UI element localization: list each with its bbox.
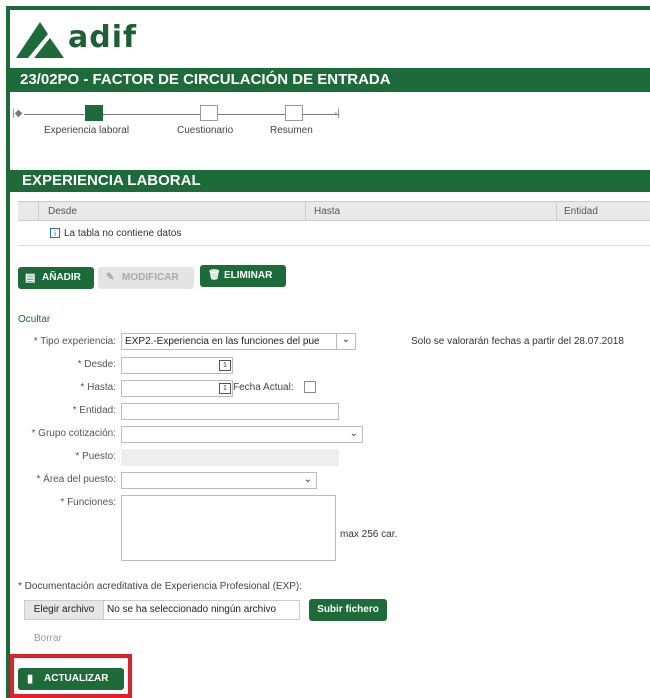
puesto-input (121, 449, 339, 466)
grupo-cotizacion-select[interactable]: ⌄ (121, 426, 363, 443)
adif-logo-icon (16, 22, 64, 58)
clear-link[interactable]: Borrar (34, 633, 62, 644)
add-icon: ▤ (25, 272, 36, 284)
brand-name: adif (68, 20, 138, 55)
modify-button-label: MODIFICAR (122, 272, 179, 283)
step-marker-cuestionario[interactable] (200, 105, 218, 121)
stepper-line (103, 114, 200, 115)
tipo-experiencia-value: EXP2.-Experiencia en las funciones del p… (125, 336, 320, 347)
adif-logo: adif (14, 18, 184, 62)
entidad-input[interactable] (121, 403, 339, 420)
hide-link[interactable]: Ocultar (18, 314, 50, 325)
funciones-label: * Funciones: (60, 497, 116, 508)
puesto-label: * Puesto: (75, 451, 116, 462)
delete-button-label: ELIMINAR (224, 270, 273, 281)
desde-input[interactable]: 1 (121, 357, 233, 374)
date-note: Solo se valorarán fechas a partir del 28… (411, 336, 624, 347)
hasta-label: * Hasta: (80, 382, 116, 393)
file-input[interactable]: Elegir archivo No se ha seleccionado nin… (24, 600, 300, 620)
max-chars-hint: max 256 car. (340, 529, 398, 540)
chevron-down-icon: ⌄ (336, 334, 355, 349)
modify-icon: ✎ (106, 272, 115, 283)
fecha-actual-label: Fecha Actual: (233, 382, 294, 393)
info-icon: i (50, 228, 60, 238)
column-divider (556, 202, 557, 220)
step-marker-resumen[interactable] (285, 105, 303, 121)
table-header: Desde Hasta Entidad (18, 201, 650, 221)
delete-button[interactable]: 🗑 ELIMINAR (200, 265, 286, 287)
update-button[interactable]: ▮ ACTUALIZAR (18, 668, 124, 690)
area-label: * Área del puesto: (36, 474, 117, 485)
entidad-label: * Entidad: (72, 405, 116, 416)
column-hasta[interactable]: Hasta (314, 206, 340, 217)
step-marker-experiencia[interactable] (85, 105, 103, 121)
table-empty-row: i La tabla no contiene datos (18, 222, 650, 246)
area-puesto-select[interactable]: ⌄ (121, 472, 317, 489)
stepper-line (24, 114, 84, 115)
add-button[interactable]: ▤ AÑADIR (18, 267, 94, 289)
step-label-experiencia[interactable]: Experiencia laboral (44, 125, 129, 136)
hasta-input[interactable]: 1 (121, 380, 233, 397)
column-divider (38, 202, 39, 220)
documentation-label: * Documentación acreditativa de Experien… (18, 581, 303, 592)
empty-message: La tabla no contiene datos (64, 228, 182, 239)
fecha-actual-checkbox[interactable] (304, 381, 316, 393)
update-button-label: ACTUALIZAR (44, 673, 109, 684)
chevron-down-icon: ⌄ (303, 474, 312, 485)
stepper-start-icon: |◆ (12, 108, 23, 119)
step-label-cuestionario[interactable]: Cuestionario (177, 125, 233, 136)
no-file-text: No se ha seleccionado ningún archivo (107, 604, 276, 615)
upload-file-button[interactable]: Subir fichero (309, 599, 387, 621)
chevron-down-icon: ⌄ (349, 428, 358, 439)
calendar-icon[interactable]: 1 (219, 360, 231, 371)
trash-icon: 🗑 (208, 270, 221, 281)
section-title: EXPERIENCIA LABORAL (10, 170, 650, 192)
stepper-line (218, 114, 285, 115)
column-entidad[interactable]: Entidad (564, 206, 598, 217)
page-title: 23/02PO - FACTOR DE CIRCULACIÓN DE ENTRA… (10, 68, 650, 92)
choose-file-button[interactable]: Elegir archivo (25, 601, 104, 619)
tipo-label: * Tipo experiencia: (33, 336, 116, 347)
grupo-label: * Grupo cotización: (31, 428, 117, 439)
column-divider (305, 202, 306, 220)
calendar-icon[interactable]: 1 (219, 383, 231, 394)
desde-label: * Desde: (77, 359, 116, 370)
stepper-end-icon: -| (334, 108, 340, 119)
tipo-experiencia-select[interactable]: EXP2.-Experiencia en las funciones del p… (121, 333, 356, 350)
funciones-textarea[interactable] (121, 495, 336, 561)
column-desde[interactable]: Desde (48, 206, 77, 217)
save-icon: ▮ (27, 673, 34, 685)
add-button-label: AÑADIR (42, 272, 81, 283)
step-label-resumen[interactable]: Resumen (270, 125, 313, 136)
modify-button[interactable]: ✎ MODIFICAR (98, 267, 194, 289)
